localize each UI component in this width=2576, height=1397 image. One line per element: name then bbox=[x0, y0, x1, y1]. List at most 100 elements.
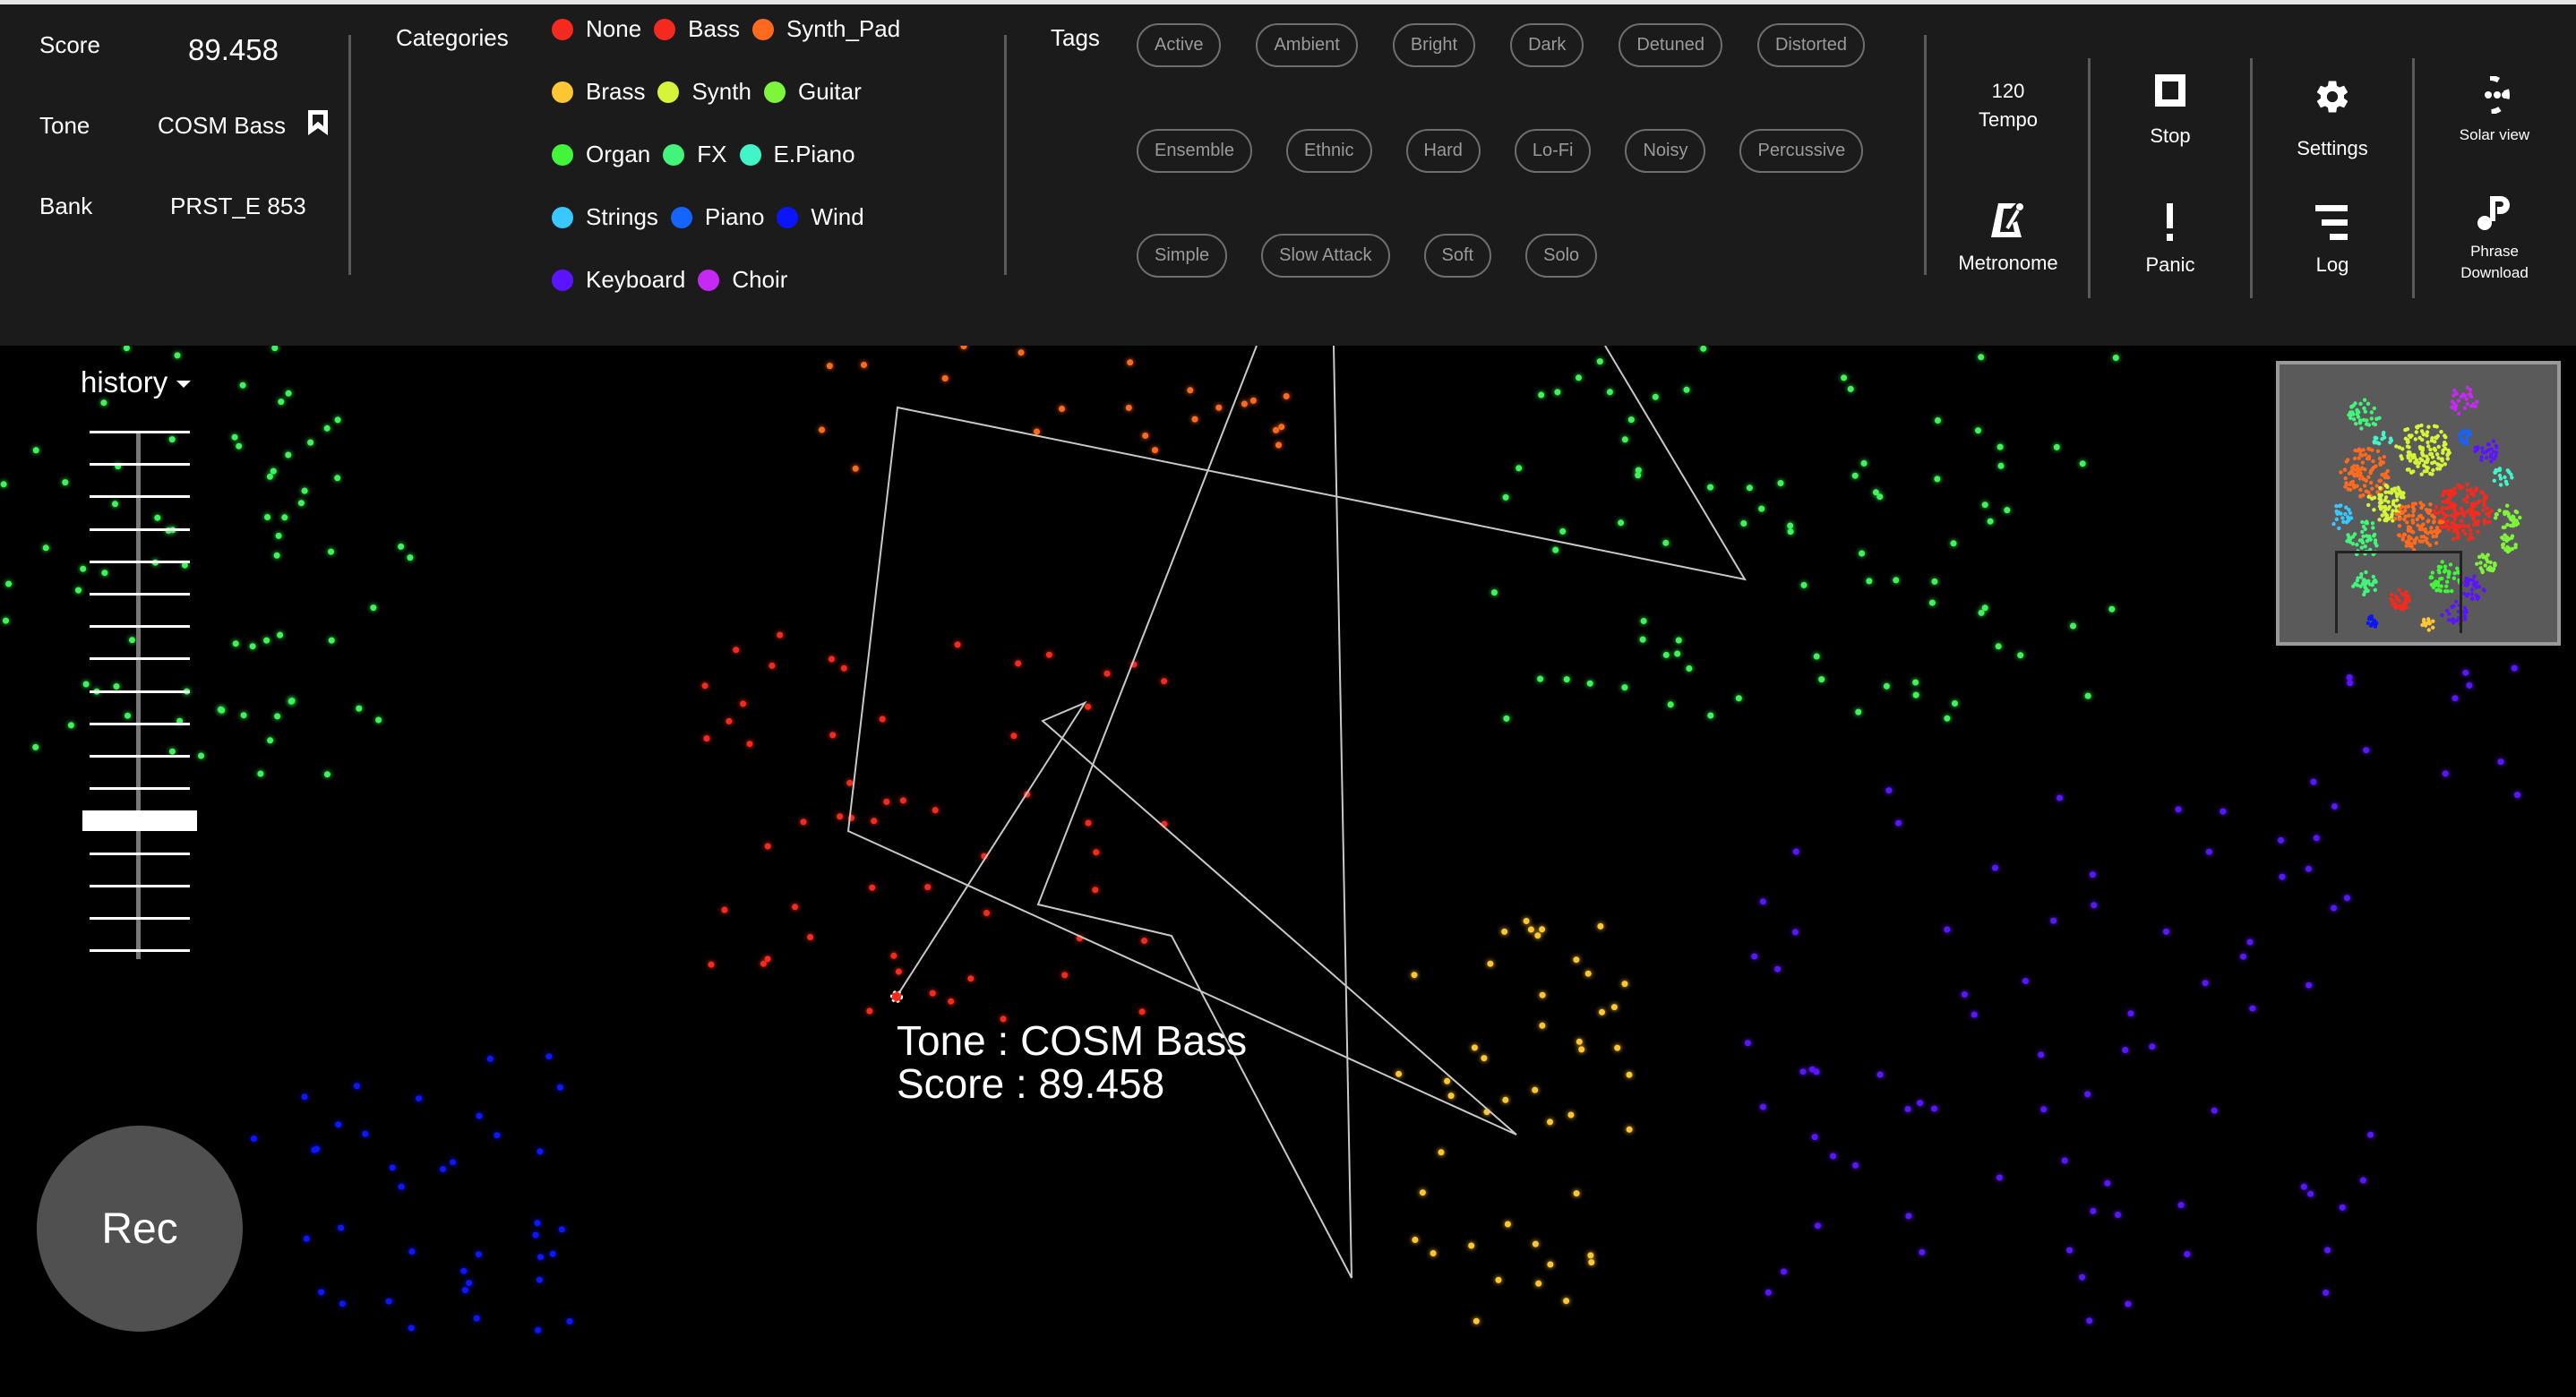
tone-point[interactable] bbox=[1851, 472, 1859, 479]
tone-point[interactable] bbox=[1578, 1046, 1585, 1053]
tone-point[interactable] bbox=[558, 1226, 565, 1233]
tone-point[interactable] bbox=[807, 934, 814, 940]
tone-point[interactable] bbox=[1535, 1280, 1542, 1287]
tone-point[interactable] bbox=[1502, 493, 1509, 501]
tone-point[interactable] bbox=[1468, 1242, 1475, 1249]
tone-point[interactable] bbox=[75, 587, 82, 594]
tone-point[interactable] bbox=[1061, 972, 1069, 979]
tone-point[interactable] bbox=[1855, 708, 1862, 716]
tone-point[interactable] bbox=[1841, 374, 1848, 381]
tag-simple[interactable]: Simple bbox=[1137, 234, 1228, 278]
tone-point[interactable] bbox=[1610, 1004, 1618, 1011]
tone-point[interactable] bbox=[1895, 819, 1902, 827]
tone-point[interactable] bbox=[1430, 1250, 1437, 1256]
tone-point[interactable] bbox=[861, 362, 867, 368]
tone-point[interactable] bbox=[2053, 443, 2060, 450]
tone-point[interactable] bbox=[1987, 518, 1994, 525]
tone-point[interactable] bbox=[1811, 1134, 1818, 1141]
tone-point[interactable] bbox=[1707, 712, 1714, 719]
tone-point[interactable] bbox=[1584, 970, 1592, 977]
tone-point[interactable] bbox=[1912, 679, 1919, 686]
tone-point[interactable] bbox=[1596, 358, 1603, 365]
legend-item-synth[interactable]: Synth bbox=[657, 78, 751, 106]
tone-point[interactable] bbox=[318, 1289, 325, 1296]
log-button[interactable]: Log bbox=[2256, 203, 2409, 277]
tone-point[interactable] bbox=[948, 998, 955, 1005]
tone-point[interactable] bbox=[476, 1112, 483, 1119]
tone-point[interactable] bbox=[769, 662, 776, 669]
tone-point[interactable] bbox=[370, 604, 377, 612]
tone-point[interactable] bbox=[1928, 599, 1936, 606]
tone-point[interactable] bbox=[1559, 527, 1567, 535]
tone-point[interactable] bbox=[2346, 674, 2353, 681]
tone-point[interactable] bbox=[2451, 695, 2459, 702]
tone-point[interactable] bbox=[1563, 676, 1570, 683]
tone-point[interactable] bbox=[545, 1053, 553, 1060]
tone-point[interactable] bbox=[1103, 670, 1111, 677]
tone-point[interactable] bbox=[740, 700, 747, 707]
tone-point[interactable] bbox=[313, 1145, 320, 1153]
tag-dark[interactable]: Dark bbox=[1510, 23, 1584, 67]
tone-point[interactable] bbox=[335, 1121, 342, 1128]
tone-point[interactable] bbox=[1905, 1213, 1912, 1220]
tone-point[interactable] bbox=[537, 1148, 544, 1155]
tone-point[interactable] bbox=[1215, 404, 1223, 411]
tone-point[interactable] bbox=[829, 732, 837, 739]
tone-point[interactable] bbox=[1883, 682, 1890, 690]
tone-point[interactable] bbox=[1618, 519, 1625, 527]
tone-point[interactable] bbox=[1059, 406, 1065, 412]
tone-point[interactable] bbox=[1799, 1068, 1807, 1076]
legend-item-wind[interactable]: Wind bbox=[777, 203, 864, 231]
tone-point[interactable] bbox=[2279, 873, 2286, 880]
tone-point[interactable] bbox=[2313, 835, 2320, 842]
tone-point[interactable] bbox=[536, 1276, 543, 1283]
tone-point[interactable] bbox=[1534, 932, 1541, 939]
tone-point[interactable] bbox=[2324, 1247, 2331, 1254]
tone-point[interactable] bbox=[1438, 1149, 1445, 1156]
tone-point[interactable] bbox=[1573, 1190, 1580, 1197]
tone-point[interactable] bbox=[1606, 389, 1613, 396]
tone-point[interactable] bbox=[2331, 904, 2337, 912]
tone-point[interactable] bbox=[534, 1220, 541, 1227]
tone-point[interactable] bbox=[473, 1315, 480, 1322]
tone-point[interactable] bbox=[42, 544, 49, 552]
tone-point[interactable] bbox=[270, 467, 277, 475]
legend-item-piano[interactable]: Piano bbox=[670, 203, 764, 231]
tone-point[interactable] bbox=[1808, 1066, 1816, 1073]
tag-lo-fi[interactable]: Lo-Fi bbox=[1514, 129, 1592, 173]
tone-point[interactable] bbox=[1686, 665, 1693, 672]
tone-point[interactable] bbox=[301, 1093, 308, 1101]
tone-point[interactable] bbox=[277, 631, 284, 639]
tone-point[interactable] bbox=[1852, 1161, 1859, 1169]
tone-point[interactable] bbox=[285, 451, 292, 459]
history-tick[interactable] bbox=[90, 852, 190, 855]
tone-point[interactable] bbox=[339, 1300, 346, 1307]
history-tick[interactable] bbox=[90, 884, 190, 887]
tone-point[interactable] bbox=[1791, 929, 1799, 936]
tag-detuned[interactable]: Detuned bbox=[1619, 23, 1722, 67]
tone-point[interactable] bbox=[1777, 480, 1784, 486]
tone-point[interactable] bbox=[1626, 1071, 1633, 1078]
tone-point[interactable] bbox=[2363, 747, 2370, 754]
tone-point[interactable] bbox=[486, 1055, 494, 1062]
tone-point[interactable] bbox=[1527, 926, 1534, 933]
tone-point[interactable] bbox=[297, 500, 305, 507]
tone-point[interactable] bbox=[1787, 528, 1794, 536]
tone-point[interactable] bbox=[1683, 386, 1690, 393]
tone-point[interactable] bbox=[2089, 871, 2096, 878]
tone-point[interactable] bbox=[1138, 1008, 1146, 1016]
tone-point[interactable] bbox=[389, 1164, 396, 1171]
tone-point[interactable] bbox=[2310, 778, 2317, 785]
tone-point[interactable] bbox=[2442, 770, 2449, 777]
tone-point[interactable] bbox=[537, 1254, 544, 1261]
tone-point[interactable] bbox=[288, 698, 296, 705]
tone-point[interactable] bbox=[1249, 397, 1257, 404]
tone-point[interactable] bbox=[2306, 981, 2313, 989]
tone-point[interactable] bbox=[2514, 792, 2521, 799]
tone-point[interactable] bbox=[1847, 385, 1854, 392]
tone-point[interactable] bbox=[2462, 669, 2469, 676]
tone-point[interactable] bbox=[323, 424, 331, 432]
tag-bright[interactable]: Bright bbox=[1392, 23, 1476, 67]
tone-point[interactable] bbox=[263, 637, 270, 644]
tone-point[interactable] bbox=[266, 473, 273, 480]
